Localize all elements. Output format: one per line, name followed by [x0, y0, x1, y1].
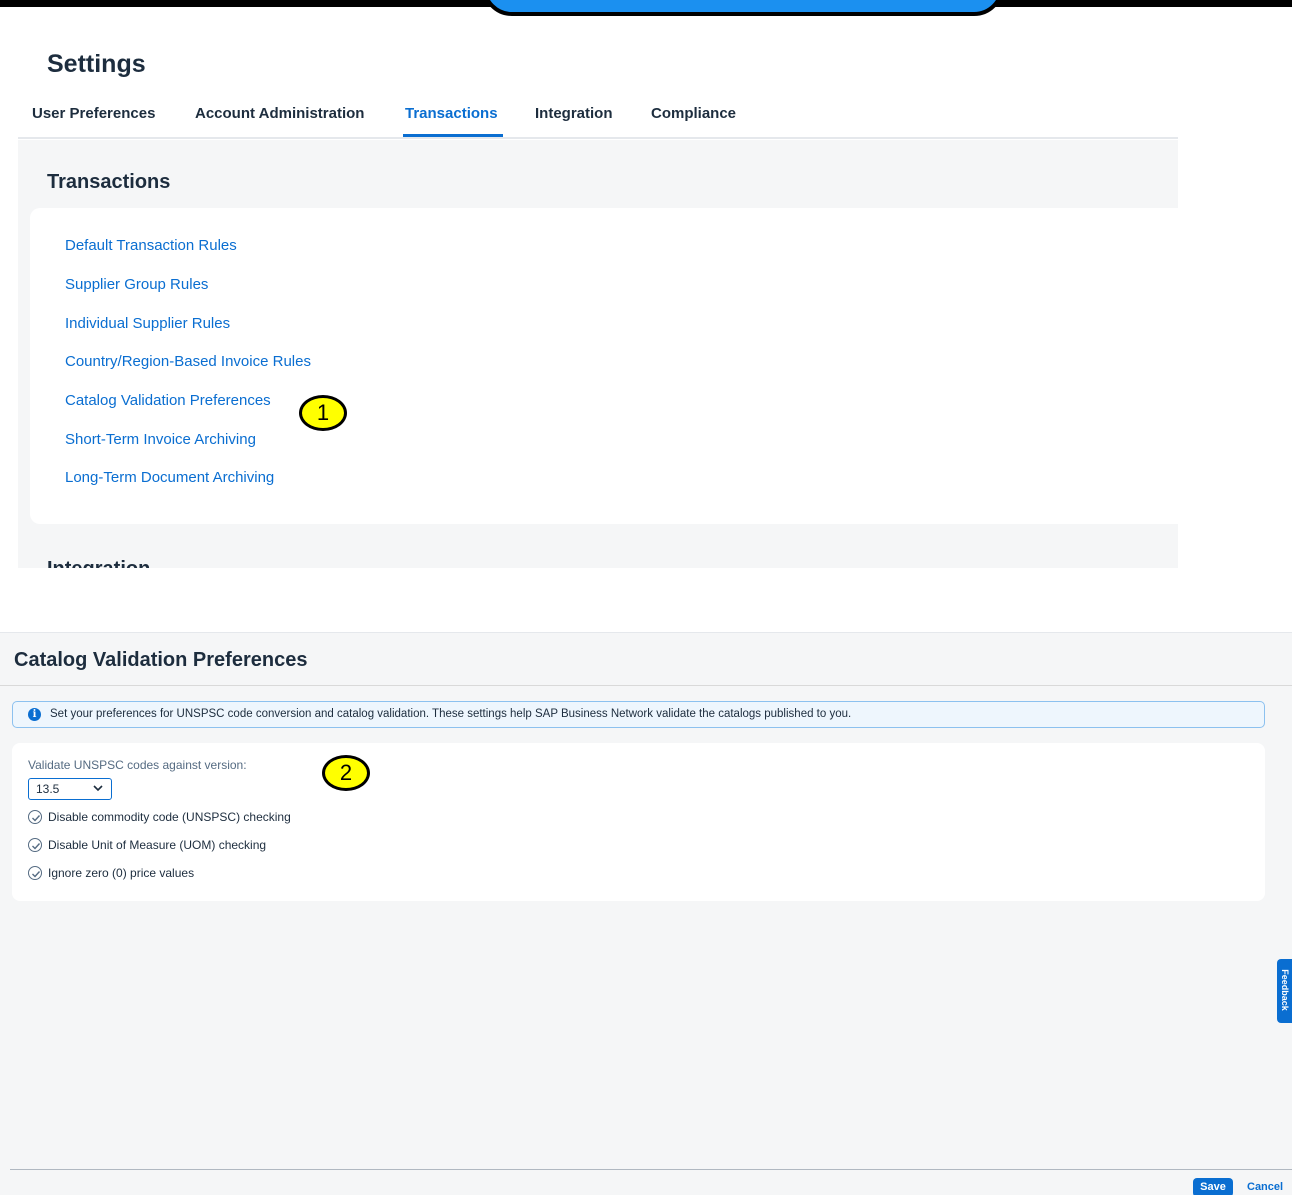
- link-supplier-group-rules[interactable]: Supplier Group Rules: [65, 276, 208, 293]
- link-long-term-document-archiving[interactable]: Long-Term Document Archiving: [65, 469, 274, 486]
- active-tab-indicator: [403, 134, 503, 137]
- next-section-title: Integration: [47, 558, 150, 568]
- checkbox-label: Ignore zero (0) price values: [48, 866, 195, 880]
- link-individual-supplier-rules[interactable]: Individual Supplier Rules: [65, 315, 230, 332]
- tab-user-preferences[interactable]: User Preferences: [32, 105, 155, 122]
- checkbox-label: Disable Unit of Measure (UOM) checking: [48, 838, 267, 852]
- checkbox-checked-icon: [28, 838, 42, 852]
- checkbox-checked-icon: [28, 810, 42, 824]
- section-title: Transactions: [47, 171, 171, 193]
- callout-badge-1: 1: [299, 395, 347, 431]
- tab-account-administration[interactable]: Account Administration: [195, 105, 364, 122]
- transactions-card: Default Transaction Rules Supplier Group…: [30, 208, 1178, 524]
- info-icon: i: [28, 708, 41, 721]
- top-pill: [482, 0, 1004, 16]
- checkbox-checked-icon: [28, 866, 42, 880]
- version-label: Validate UNSPSC codes against version:: [28, 758, 247, 772]
- checkbox-label: Disable commodity code (UNSPSC) checking: [48, 810, 291, 824]
- title-divider: [0, 685, 1292, 686]
- info-message: i Set your preferences for UNSPSC code c…: [12, 701, 1265, 728]
- feedback-label: Feedback: [1280, 969, 1290, 1011]
- link-short-term-invoice-archiving[interactable]: Short-Term Invoice Archiving: [65, 431, 256, 448]
- tab-transactions[interactable]: Transactions: [405, 105, 498, 122]
- transactions-section: Transactions Default Transaction Rules S…: [18, 140, 1178, 568]
- version-value: 13.5: [36, 782, 60, 796]
- link-catalog-validation-preferences[interactable]: Catalog Validation Preferences: [65, 392, 271, 409]
- settings-tabs: User Preferences Account Administration …: [18, 96, 1178, 139]
- info-text: Set your preferences for UNSPSC code con…: [50, 708, 852, 720]
- chevron-down-icon: [93, 785, 103, 792]
- save-button[interactable]: Save: [1193, 1178, 1233, 1195]
- page-title: Settings: [47, 50, 146, 78]
- catalog-validation-panel: Catalog Validation Preferences i Set you…: [0, 632, 1292, 1195]
- panel-title: Catalog Validation Preferences: [14, 649, 308, 671]
- link-country-region-invoice-rules[interactable]: Country/Region-Based Invoice Rules: [65, 353, 311, 370]
- version-select[interactable]: 13.5: [28, 778, 112, 800]
- link-default-transaction-rules[interactable]: Default Transaction Rules: [65, 237, 237, 254]
- callout-badge-2: 2: [322, 755, 370, 791]
- tab-integration[interactable]: Integration: [535, 105, 613, 122]
- cancel-button[interactable]: Cancel: [1247, 1178, 1283, 1195]
- feedback-tab[interactable]: Feedback: [1277, 959, 1292, 1023]
- preferences-card: Validate UNSPSC codes against version: 1…: [12, 743, 1265, 901]
- footer-divider: [10, 1169, 1292, 1170]
- tab-compliance[interactable]: Compliance: [651, 105, 736, 122]
